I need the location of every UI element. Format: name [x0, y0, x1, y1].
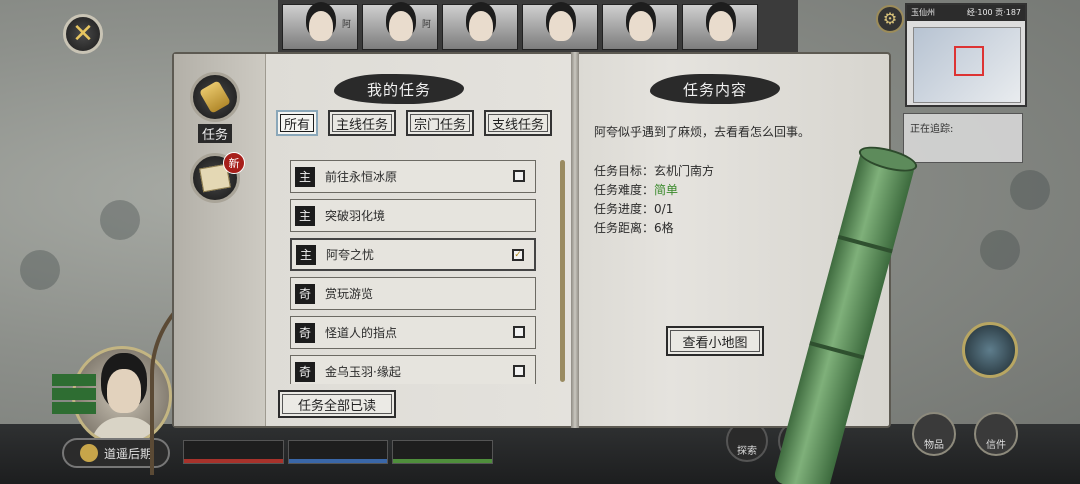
difficulty-value: 简单 — [654, 183, 679, 197]
quest-item[interactable]: 主 突破羽化境 — [290, 199, 536, 232]
target-label: 任务目标： — [594, 164, 655, 178]
quest-name: 怪道人的指点 — [325, 326, 398, 340]
quest-item[interactable]: 奇 金乌玉羽·缘起 — [290, 355, 536, 384]
tab-quests-label: 任务 — [197, 124, 232, 143]
cultivation-icon — [79, 444, 98, 462]
difficulty-label: 任务难度： — [594, 183, 655, 197]
player-status-tags — [52, 374, 96, 414]
quest-track-checkbox[interactable] — [513, 170, 525, 182]
quest-name: 突破羽化境 — [325, 209, 386, 223]
quest-track-checkbox[interactable] — [513, 365, 525, 377]
quest-name: 赏玩游览 — [325, 287, 374, 301]
minimap-view — [913, 27, 1021, 103]
map-tree — [20, 250, 60, 290]
filter-main[interactable]: 主线任务 — [328, 110, 397, 136]
tab-quests[interactable] — [190, 72, 240, 122]
status-tag — [52, 402, 96, 414]
quest-type-badge: 主 — [296, 244, 316, 265]
quest-item[interactable]: 奇 怪道人的指点 — [290, 316, 536, 349]
quest-item[interactable]: 主 前往永恒冰原 — [290, 160, 536, 193]
status-tag — [52, 388, 96, 400]
target-value: 玄机门南方 — [654, 164, 715, 178]
new-badge: 新 — [223, 152, 245, 174]
explore-label: 探索 — [737, 446, 757, 457]
mark-all-read-button[interactable]: 任务全部已读 — [278, 390, 396, 418]
quest-type-badge: 奇 — [295, 361, 315, 382]
quest-list: 主 前往永恒冰原 主 突破羽化境 主 阿夸之忧 ✓ 奇 赏玩游览 奇 怪道人的指… — [290, 160, 536, 384]
minimap-header: 玉仙州 经·100 贡·187 — [907, 5, 1025, 21]
portrait-tag: 阿 — [421, 20, 431, 30]
distance-label: 任务距离： — [594, 221, 655, 235]
cultivation-label: 道遥后期 — [103, 446, 152, 461]
scroll-icon — [198, 80, 232, 114]
quest-type-badge: 奇 — [295, 322, 315, 343]
close-x-icon[interactable]: ✕ — [63, 14, 103, 54]
mp-bar — [287, 440, 389, 464]
quest-type-badge: 主 — [295, 166, 315, 187]
quest-distance-row: 任务距离：6格 — [594, 219, 714, 238]
quest-track-checkbox[interactable]: ✓ — [512, 249, 524, 261]
party-portrait[interactable] — [602, 4, 678, 50]
stamina-bar — [392, 440, 494, 464]
minimap[interactable]: 玉仙州 经·100 贡·187 — [905, 3, 1027, 107]
tracking-panel[interactable]: 正在追踪: — [903, 113, 1023, 163]
bottom-right-icons: 物品 信件 — [912, 412, 1018, 456]
quest-details: 任务目标：玄机门南方 任务难度：简单 任务进度：0/1 任务距离：6格 — [594, 162, 714, 238]
status-tag — [52, 374, 96, 386]
minimap-target-marker — [954, 46, 984, 76]
filter-side[interactable]: 支线任务 — [484, 110, 553, 136]
minimap-location: 玉仙州 — [911, 8, 935, 17]
portrait-tag: 阿 — [341, 20, 351, 30]
map-tree — [1010, 170, 1050, 210]
filter-sect[interactable]: 宗门任务 — [406, 110, 475, 136]
quest-list-scrollbar[interactable] — [560, 160, 565, 382]
quest-content-title: 任务内容 — [650, 74, 780, 104]
tab-letters[interactable]: 新 — [190, 152, 245, 203]
quest-target-row: 任务目标：玄机门南方 — [594, 162, 714, 181]
quest-item[interactable]: 奇 赏玩游览 — [290, 277, 536, 310]
distance-value: 6格 — [654, 221, 674, 235]
party-portrait[interactable] — [442, 4, 518, 50]
quest-type-badge: 奇 — [295, 283, 315, 304]
items-label: 物品 — [924, 440, 944, 451]
progress-label: 任务进度： — [594, 202, 655, 216]
gear-icon[interactable]: ⚙ — [876, 5, 904, 33]
map-tree — [100, 200, 140, 240]
my-quests-title: 我的任务 — [334, 74, 464, 104]
quest-type-badge: 主 — [295, 205, 315, 226]
minimap-info: 经·100 贡·187 — [966, 8, 1021, 17]
quest-track-checkbox[interactable] — [513, 326, 525, 338]
quest-name: 阿夸之忧 — [326, 248, 375, 262]
book-side-tabs: 任务 新 — [190, 72, 245, 203]
tracking-label: 正在追踪: — [910, 124, 954, 135]
companion-avatar[interactable] — [962, 322, 1018, 378]
map-tree — [980, 230, 1020, 270]
quest-filter-tabs: 所有 主线任务 宗门任务 支线任务 — [276, 110, 553, 136]
quest-item-selected[interactable]: 主 阿夸之忧 ✓ — [290, 238, 536, 271]
party-portrait[interactable]: 阿 — [282, 4, 358, 50]
mail-label: 信件 — [986, 440, 1006, 451]
filter-all[interactable]: 所有 — [276, 110, 319, 136]
quest-progress-row: 任务进度：0/1 — [594, 200, 714, 219]
view-minimap-button[interactable]: 查看小地图 — [666, 326, 764, 356]
mail-button[interactable]: 信件 — [974, 412, 1018, 456]
quest-name: 前往永恒冰原 — [325, 170, 398, 184]
progress-value: 0/1 — [654, 202, 674, 216]
items-button[interactable]: 物品 — [912, 412, 956, 456]
book-spine — [571, 52, 579, 428]
party-portrait[interactable] — [682, 4, 758, 50]
quest-book: 任务 新 我的任务 所有 主线任务 宗门任务 支线任务 主 前往永恒冰原 主 突… — [172, 52, 892, 428]
party-portrait[interactable] — [522, 4, 598, 50]
quest-difficulty-row: 任务难度：简单 — [594, 181, 714, 200]
party-portrait[interactable]: 阿 — [362, 4, 438, 50]
quest-description: 阿夸似乎遇到了麻烦，去看看怎么回事。 — [594, 125, 811, 139]
quest-name: 金乌玉羽·缘起 — [325, 365, 401, 379]
party-portrait-strip: 阿 阿 — [278, 0, 798, 54]
